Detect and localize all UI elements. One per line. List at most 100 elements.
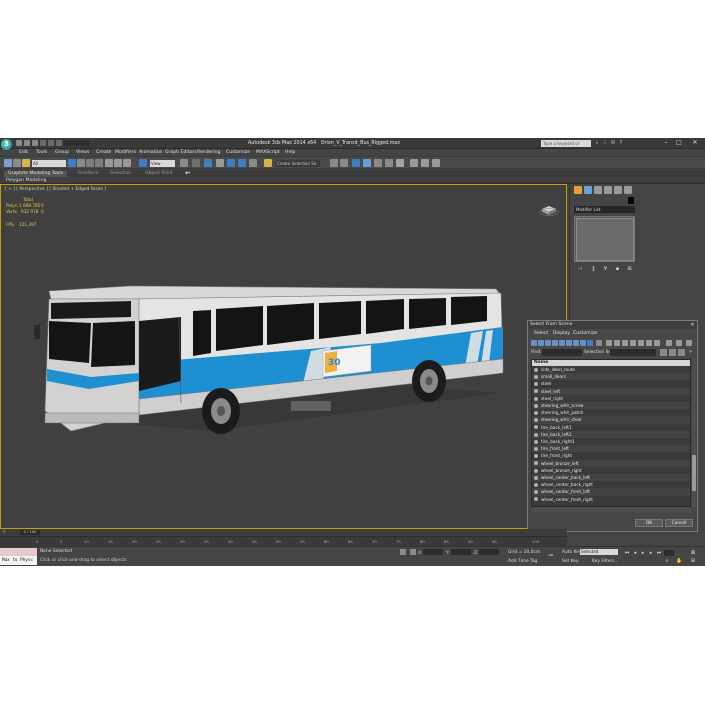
slider-prev-icon[interactable]: < bbox=[2, 530, 7, 535]
snaps-toggle-icon[interactable] bbox=[216, 159, 224, 167]
perspective-viewport[interactable]: [ + ] [ Perspective ] [ Shaded + Edged F… bbox=[0, 184, 567, 529]
menu-create[interactable]: Create bbox=[96, 150, 111, 155]
dialog-close-button[interactable]: ✕ bbox=[689, 322, 696, 328]
menu-animation[interactable]: Animation bbox=[139, 150, 162, 155]
viewcube-icon[interactable] bbox=[539, 203, 559, 217]
graphite-toggle-icon[interactable] bbox=[363, 159, 371, 167]
list-item[interactable]: tire_front_right bbox=[532, 452, 690, 459]
layer-manager-icon[interactable] bbox=[352, 159, 360, 167]
modifier-stack[interactable] bbox=[574, 216, 635, 262]
tab-graphite-modeling-tools[interactable]: Graphite Modeling Tools bbox=[4, 170, 68, 177]
current-frame-input[interactable] bbox=[664, 550, 674, 556]
display-bones-icon[interactable] bbox=[587, 340, 593, 346]
object-color-swatch[interactable] bbox=[628, 197, 634, 204]
horizontal-scrollbar[interactable] bbox=[531, 508, 691, 512]
display-invert-icon[interactable] bbox=[614, 340, 620, 346]
viewport-label[interactable]: [ + ] [ Perspective ] [ Shaded + Edged F… bbox=[5, 187, 106, 192]
list-item[interactable]: tire_front_left bbox=[532, 445, 690, 453]
help-icon[interactable]: ? bbox=[618, 140, 624, 146]
play-icon[interactable]: ▸ bbox=[640, 550, 646, 556]
lock-icon[interactable] bbox=[676, 340, 682, 346]
dependencies-icon[interactable] bbox=[646, 340, 652, 346]
display-none-icon[interactable] bbox=[606, 340, 612, 346]
maxscript-output[interactable] bbox=[0, 548, 37, 556]
display-geometry-icon[interactable] bbox=[531, 340, 537, 346]
display-groups-icon[interactable] bbox=[573, 340, 579, 346]
menu-maxscript[interactable]: MAXScript bbox=[256, 150, 280, 155]
select-all-icon[interactable] bbox=[622, 340, 628, 346]
pan-icon[interactable]: ✋ bbox=[676, 558, 682, 564]
display-spacewarps-icon[interactable] bbox=[566, 340, 572, 346]
open-file-icon[interactable] bbox=[24, 140, 30, 146]
pivot-center-icon[interactable] bbox=[180, 159, 188, 167]
display-xrefs-icon[interactable] bbox=[580, 340, 586, 346]
manipulate-icon[interactable] bbox=[192, 159, 200, 167]
ribbon-options-icon[interactable]: ▪▾ bbox=[185, 171, 190, 176]
menu-help[interactable]: Help bbox=[285, 150, 295, 155]
list-item[interactable]: steering_whlr_patch bbox=[532, 409, 690, 416]
schematic-view-icon[interactable] bbox=[385, 159, 393, 167]
display-shapes-icon[interactable] bbox=[538, 340, 544, 346]
list-item[interactable]: steel_right bbox=[532, 395, 690, 402]
project-folder-icon[interactable] bbox=[56, 140, 62, 146]
render-production-icon[interactable] bbox=[432, 159, 440, 167]
menu-customize[interactable]: Customize bbox=[226, 150, 250, 155]
list-item[interactable]: wheel_center_front_right bbox=[532, 496, 690, 503]
selection-set-dropdown[interactable] bbox=[610, 349, 656, 356]
create-tab-icon[interactable] bbox=[574, 186, 582, 194]
list-item[interactable]: wheel_center_back_right bbox=[532, 481, 690, 488]
z-coord-input[interactable] bbox=[479, 549, 499, 555]
named-selection-dropdown[interactable]: Create Selection Se bbox=[276, 159, 320, 167]
select-and-place-icon[interactable] bbox=[139, 159, 147, 167]
motion-tab-icon[interactable] bbox=[604, 186, 612, 194]
track-bar[interactable]: 0 5 10 15 20 25 30 35 40 45 50 55 60 65 … bbox=[0, 536, 567, 546]
pin-stack-icon[interactable]: ⊣ bbox=[576, 266, 583, 273]
list-item[interactable]: wheel_center_back_left bbox=[532, 474, 690, 482]
subscription-icon[interactable]: ☆ bbox=[602, 140, 608, 146]
select-object-icon[interactable] bbox=[68, 159, 76, 167]
selection-set-add-icon[interactable] bbox=[669, 349, 676, 356]
list-item[interactable]: tire_back_right1 bbox=[532, 438, 690, 445]
chevron-right-icon[interactable]: » bbox=[687, 349, 694, 356]
modifier-list-dropdown[interactable]: Modifier List bbox=[574, 206, 635, 213]
tab-freeform[interactable]: Freeform bbox=[78, 171, 98, 176]
list-item[interactable]: steering_whlr_screw bbox=[532, 402, 690, 410]
auto-key-button[interactable]: Auto Key bbox=[562, 550, 582, 555]
scrollbar-thumb[interactable] bbox=[692, 455, 696, 491]
options-icon[interactable] bbox=[686, 340, 692, 346]
window-crossing-icon[interactable] bbox=[95, 159, 103, 167]
show-end-result-icon[interactable]: ‖ bbox=[590, 266, 597, 273]
dialog-title[interactable]: Select From Scene bbox=[528, 321, 697, 329]
menu-views[interactable]: Views bbox=[76, 150, 89, 155]
tab-selection[interactable]: Selection bbox=[110, 171, 131, 176]
selection-filter-dropdown[interactable]: All bbox=[32, 159, 66, 167]
menu-group[interactable]: Group bbox=[55, 150, 69, 155]
rendered-frame-window-icon[interactable] bbox=[421, 159, 429, 167]
menu-edit[interactable]: Edit bbox=[19, 150, 28, 155]
zoom-extents-icon[interactable]: ⊠ bbox=[690, 550, 696, 556]
tab-object-paint[interactable]: Object Paint bbox=[145, 171, 173, 176]
spinner-snap-icon[interactable] bbox=[249, 159, 257, 167]
angle-snap-icon[interactable] bbox=[227, 159, 235, 167]
list-item[interactable]: side_label_route bbox=[532, 366, 690, 373]
list-item[interactable]: tire_back_left1 bbox=[532, 424, 690, 431]
cancel-button[interactable]: Cancel bbox=[665, 519, 693, 527]
configure-modifier-icon[interactable]: ⊞ bbox=[626, 266, 633, 273]
modify-tab-icon[interactable] bbox=[584, 186, 592, 194]
align-icon[interactable] bbox=[340, 159, 348, 167]
list-item[interactable]: steel bbox=[532, 380, 690, 387]
key-icon[interactable]: ⊸ bbox=[548, 553, 554, 559]
app-logo-icon[interactable]: 3 bbox=[1, 139, 12, 150]
list-item[interactable]: wheel_bronze_right bbox=[532, 467, 690, 474]
display-lights-icon[interactable] bbox=[545, 340, 551, 346]
zoom-icon[interactable]: ⌕ bbox=[664, 558, 670, 564]
list-item[interactable]: steel_left bbox=[532, 387, 690, 395]
list-item[interactable]: steering_whlr_steel bbox=[532, 416, 690, 424]
panel-polygon-modeling[interactable]: Polygon Modeling bbox=[6, 178, 46, 183]
redo-icon[interactable] bbox=[48, 140, 54, 146]
list-item[interactable]: tire_back_left2 bbox=[532, 430, 690, 438]
set-key-icon[interactable]: ⟋ bbox=[582, 558, 588, 564]
display-cameras-icon[interactable] bbox=[552, 340, 558, 346]
bus-model[interactable]: 30 bbox=[31, 281, 506, 451]
make-unique-icon[interactable]: ∀ bbox=[602, 266, 609, 273]
